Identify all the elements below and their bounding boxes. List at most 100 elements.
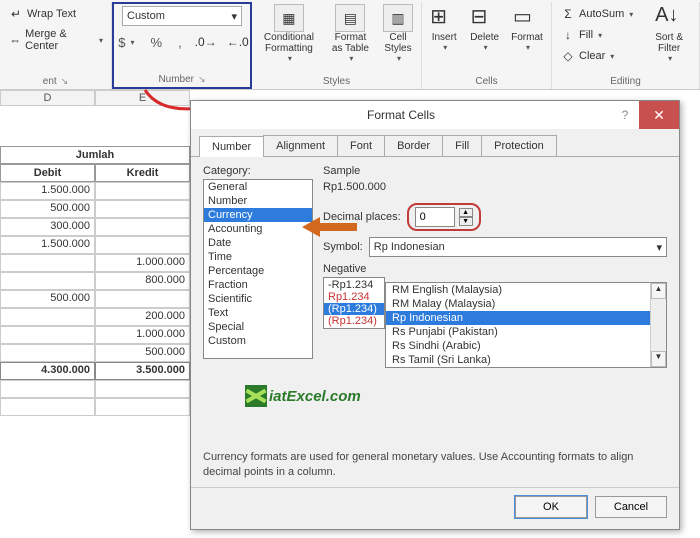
debit-cell[interactable]: 1.500.000 <box>0 182 95 200</box>
kredit-cell[interactable]: 1.000.000 <box>95 254 190 272</box>
percent-button[interactable]: % <box>147 33 167 52</box>
symbol-dropdown[interactable]: RM English (Malaysia)RM Malay (Malaysia)… <box>385 282 667 368</box>
tab-alignment[interactable]: Alignment <box>263 135 338 156</box>
cancel-button[interactable]: Cancel <box>595 496 667 518</box>
category-item[interactable]: Time <box>204 250 312 264</box>
increase-decimal-button[interactable]: .0→ <box>194 32 218 52</box>
category-item[interactable]: Text <box>204 306 312 320</box>
debit-cell[interactable] <box>0 254 95 272</box>
number-format-select[interactable]: Custom ▾ <box>122 6 242 26</box>
format-button[interactable]: ▭ Format <box>507 4 547 52</box>
table-icon: ▤ <box>335 4 365 32</box>
kredit-cell[interactable]: 1.000.000 <box>95 326 190 344</box>
format-as-table-button[interactable]: ▤ Format as Table <box>326 4 375 63</box>
empty-cell[interactable] <box>95 398 190 416</box>
delete-button[interactable]: ⊟ Delete <box>466 4 503 52</box>
dropdown-scrollbar[interactable]: ▲ ▼ <box>650 283 666 367</box>
debit-cell[interactable] <box>0 326 95 344</box>
decimal-up-button[interactable]: ▲ <box>459 208 473 217</box>
cell-styles-button[interactable]: ▥ Cell Styles <box>379 4 417 63</box>
kredit-cell[interactable] <box>95 290 190 308</box>
kredit-cell[interactable] <box>95 218 190 236</box>
accounting-format-button[interactable]: $ <box>114 33 138 52</box>
category-item[interactable]: Number <box>204 194 312 208</box>
sort-filter-button[interactable]: A↓ Sort & Filter <box>643 4 695 66</box>
category-list[interactable]: GeneralNumberCurrencyAccountingDateTimeP… <box>203 179 313 359</box>
neg-item[interactable]: Rp1.234 <box>324 291 384 303</box>
tab-fill[interactable]: Fill <box>442 135 482 156</box>
category-item[interactable]: Special <box>204 320 312 334</box>
category-item[interactable]: Currency <box>204 208 312 222</box>
symbol-option[interactable]: RM Malay (Malaysia) <box>386 297 650 311</box>
neg-item[interactable]: (Rp1.234) <box>324 315 384 327</box>
tab-protection[interactable]: Protection <box>481 135 557 156</box>
category-item[interactable]: Fraction <box>204 278 312 292</box>
comma-button[interactable]: , <box>174 33 186 52</box>
kredit-cell[interactable]: 500.000 <box>95 344 190 362</box>
debit-cell[interactable] <box>0 272 95 290</box>
insert-button[interactable]: ⊞ Insert <box>426 4 462 52</box>
autosum-label: AutoSum <box>579 8 624 20</box>
decimal-places-input[interactable] <box>415 207 455 227</box>
decimal-places-highlight: ▲ ▼ <box>407 203 481 231</box>
increase-decimal-icon: .0→ <box>198 34 214 50</box>
total-kredit-cell[interactable]: 3.500.000 <box>95 362 190 380</box>
neg-item[interactable]: -Rp1.234 <box>324 279 384 291</box>
conditional-formatting-button[interactable]: ▦ Conditional Formatting <box>256 4 322 63</box>
kredit-header[interactable]: Kredit <box>95 164 190 182</box>
scroll-down-button[interactable]: ▼ <box>651 351 666 367</box>
category-item[interactable]: General <box>204 180 312 194</box>
symbol-option[interactable]: Rs Sindhi (Arabic) <box>386 339 650 353</box>
kredit-cell[interactable] <box>95 182 190 200</box>
autosum-button[interactable]: ΣAutoSum <box>556 4 637 24</box>
debit-header[interactable]: Debit <box>0 164 95 182</box>
empty-cell[interactable] <box>0 380 95 398</box>
category-item[interactable]: Custom <box>204 334 312 348</box>
tab-number[interactable]: Number <box>199 136 264 157</box>
column-header-d[interactable]: D <box>0 90 95 106</box>
symbol-option[interactable]: Rs Tamil (Sri Lanka) <box>386 353 650 367</box>
category-item[interactable]: Scientific <box>204 292 312 306</box>
kredit-cell[interactable] <box>95 200 190 218</box>
neg-item[interactable]: (Rp1.234) <box>324 303 384 315</box>
wrap-text-button[interactable]: ↵ Wrap Text <box>4 4 80 24</box>
clear-button[interactable]: ◇Clear <box>556 46 637 66</box>
category-item[interactable]: Percentage <box>204 264 312 278</box>
fill-button[interactable]: ↓Fill <box>556 25 637 45</box>
merge-center-button[interactable]: ⇔ Merge & Center <box>4 26 107 54</box>
negative-numbers-list[interactable]: -Rp1.234 Rp1.234 (Rp1.234) (Rp1.234) <box>323 277 385 329</box>
ok-button[interactable]: OK <box>515 496 587 518</box>
symbol-select[interactable]: Rp Indonesian ▾ <box>369 237 667 257</box>
kredit-cell[interactable] <box>95 236 190 254</box>
debit-cell[interactable] <box>0 308 95 326</box>
number-launcher-icon[interactable]: ↘ <box>198 74 206 85</box>
symbol-option[interactable]: Rs Punjabi (Pakistan) <box>386 325 650 339</box>
decrease-decimal-button[interactable]: ←.0 <box>226 32 250 52</box>
worksheet[interactable]: D E Jumlah Debit Kredit 1.500.000500.000… <box>0 90 190 416</box>
empty-cell[interactable] <box>95 380 190 398</box>
editing-group-label: Editing <box>610 76 641 87</box>
category-item[interactable]: Accounting <box>204 222 312 236</box>
dialog-help-button[interactable]: ? <box>611 108 639 122</box>
dialog-titlebar[interactable]: Format Cells ? ✕ <box>191 101 679 129</box>
decimal-down-button[interactable]: ▼ <box>459 217 473 226</box>
category-item[interactable]: Date <box>204 236 312 250</box>
debit-cell[interactable] <box>0 344 95 362</box>
symbol-value: Rp Indonesian <box>374 241 445 253</box>
kredit-cell[interactable]: 200.000 <box>95 308 190 326</box>
symbol-option[interactable]: Rp Indonesian <box>386 311 650 325</box>
symbol-option[interactable]: RM English (Malaysia) <box>386 283 650 297</box>
jumlah-header[interactable]: Jumlah <box>0 146 190 164</box>
debit-cell[interactable]: 500.000 <box>0 200 95 218</box>
debit-cell[interactable]: 300.000 <box>0 218 95 236</box>
debit-cell[interactable]: 1.500.000 <box>0 236 95 254</box>
alignment-launcher-icon[interactable]: ↘ <box>61 76 69 87</box>
tab-font[interactable]: Font <box>337 135 385 156</box>
scroll-up-button[interactable]: ▲ <box>651 283 666 299</box>
empty-cell[interactable] <box>0 398 95 416</box>
dialog-close-button[interactable]: ✕ <box>639 101 679 129</box>
kredit-cell[interactable]: 800.000 <box>95 272 190 290</box>
debit-cell[interactable]: 500.000 <box>0 290 95 308</box>
tab-border[interactable]: Border <box>384 135 443 156</box>
total-debit-cell[interactable]: 4.300.000 <box>0 362 95 380</box>
